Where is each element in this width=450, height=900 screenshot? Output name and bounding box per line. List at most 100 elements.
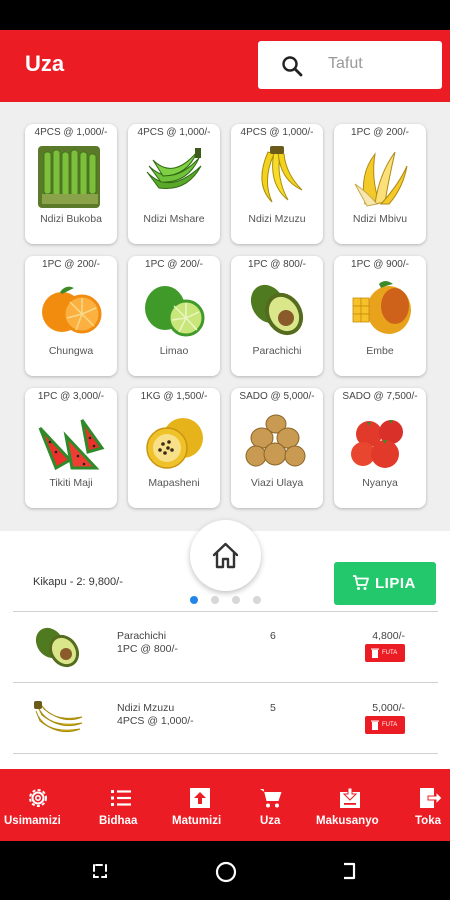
product-tile[interactable]: 4PCS @ 1,000/- Ndizi Bukoba — [25, 124, 117, 244]
list-icon — [111, 790, 131, 806]
product-price: 1PC @ 200/- — [145, 259, 203, 270]
home-icon — [212, 542, 239, 569]
watermelon-icon — [38, 419, 105, 471]
potato-icon — [245, 414, 306, 467]
cart-total: Kikapu - 2: 9,800/- — [33, 576, 123, 588]
product-price: 1PC @ 3,000/- — [37, 391, 105, 402]
search-icon — [282, 56, 303, 77]
product-name: Mapasheni — [148, 477, 200, 489]
product-tile[interactable]: 4PCS @ 1,000/- Ndizi Mzuzu — [231, 124, 323, 244]
green-banana-bunch-photo — [38, 146, 100, 208]
lime-icon — [145, 286, 205, 337]
nav-label: Uza — [260, 815, 281, 827]
delete-label: FUTA — [382, 722, 398, 728]
product-name: Ndizi Mshare — [143, 213, 205, 225]
product-price: 1PC @ 200/- — [351, 127, 409, 138]
product-price: 4PCS @ 1,000/- — [34, 127, 108, 138]
cart-item-unit: 4PCS @ 1,000/- — [117, 715, 194, 727]
trash-icon — [371, 648, 379, 658]
cart-item-qty: 5 — [270, 702, 276, 714]
pay-label: LIPIA — [375, 575, 416, 592]
product-price: 4PCS @ 1,000/- — [240, 127, 314, 138]
pay-button[interactable]: LIPIA — [334, 562, 436, 605]
cart-item-name: Ndizi Mzuzu — [117, 702, 175, 714]
nav-item-bidhaa[interactable]: Bidhaa — [82, 769, 158, 841]
nav-label: Matumizi — [172, 815, 222, 827]
product-tile[interactable]: 4PCS @ 1,000/- Ndizi Mshare — [128, 124, 220, 244]
avocado-icon — [35, 627, 80, 668]
cart-item: Parachichi 1PC @ 800/- 6 4,800/- FUTA — [0, 614, 450, 684]
product-name: Parachichi — [252, 345, 302, 357]
cart-item: Ndizi Mzuzu 4PCS @ 1,000/- 5 5,000/- FUT… — [0, 686, 450, 756]
product-price: 1PC @ 200/- — [42, 259, 100, 270]
nav-label: Makusanyo — [316, 815, 379, 827]
logout-icon — [420, 788, 442, 808]
cart-item-qty: 6 — [270, 630, 276, 642]
product-tile[interactable]: 1KG @ 1,500/- Mapasheni — [128, 388, 220, 508]
product-tile[interactable]: 1PC @ 200/- Limao — [128, 256, 220, 376]
page-dot[interactable] — [211, 596, 219, 604]
search-placeholder: Tafut — [328, 55, 363, 72]
nav-item-toka[interactable]: Toka — [400, 769, 450, 841]
product-price: SADO @ 5,000/- — [239, 391, 315, 402]
system-nav-bar — [0, 841, 450, 900]
page-dot[interactable] — [232, 596, 240, 604]
product-grid: 4PCS @ 1,000/- Ndizi Bukoba 4PCS @ 1,000… — [0, 102, 450, 604]
page-indicator — [188, 596, 268, 604]
status-bar — [0, 0, 450, 30]
yellow-banana-icon — [261, 146, 303, 203]
product-name: Limao — [159, 345, 189, 357]
product-price: 1PC @ 800/- — [248, 259, 306, 270]
cart-item-amount: 4,800/- — [372, 630, 405, 642]
passion-fruit-icon — [146, 418, 203, 469]
product-name: Embe — [366, 345, 394, 357]
product-tile[interactable]: 1PC @ 3,000/- Tikiti Maji — [25, 388, 117, 508]
cart-icon — [353, 575, 369, 590]
orange-icon — [42, 286, 102, 334]
cart-item-unit: 1PC @ 800/- — [117, 643, 178, 655]
divider — [13, 753, 438, 754]
nav-item-makusanyo[interactable]: Makusanyo — [310, 769, 392, 841]
nav-label: Toka — [415, 815, 441, 827]
delete-button[interactable]: FUTA — [365, 644, 405, 662]
product-tile[interactable]: SADO @ 5,000/- Viazi Ulaya — [231, 388, 323, 508]
product-tile[interactable]: 1PC @ 200/- Ndizi Mbivu — [334, 124, 426, 244]
back-icon[interactable] — [340, 861, 360, 881]
peeled-banana-icon — [354, 151, 408, 207]
system-home-icon[interactable] — [215, 861, 237, 883]
search-input[interactable]: Tafut — [258, 41, 442, 89]
recent-apps-icon[interactable] — [90, 861, 110, 881]
product-price: 1KG @ 1,500/- — [140, 391, 208, 402]
product-name: Chungwa — [48, 345, 94, 357]
product-name: Ndizi Mbivu — [352, 213, 408, 225]
divider — [13, 682, 438, 683]
cart-item-amount: 5,000/- — [372, 702, 405, 714]
page-dot[interactable] — [190, 596, 198, 604]
app-bar: Uza Tafut — [0, 30, 450, 102]
nav-item-uza[interactable]: Uza — [246, 769, 296, 841]
page-dot[interactable] — [253, 596, 261, 604]
product-name: Viazi Ulaya — [250, 477, 304, 489]
product-name: Ndizi Mzuzu — [248, 213, 306, 225]
product-price: 1PC @ 900/- — [351, 259, 409, 270]
yellow-banana-icon — [34, 701, 83, 733]
product-tile[interactable]: 1PC @ 200/- Chungwa — [25, 256, 117, 376]
trash-icon — [371, 720, 379, 730]
home-button[interactable] — [190, 520, 261, 591]
product-price: 4PCS @ 1,000/- — [137, 127, 211, 138]
nav-label: Usimamizi — [4, 815, 61, 827]
product-tile[interactable]: 1PC @ 800/- Parachichi — [231, 256, 323, 376]
mango-icon — [352, 281, 411, 334]
bottom-nav: Usimamizi Bidhaa Matumizi Uza Makusanyo — [0, 769, 450, 841]
cart-icon — [260, 789, 282, 808]
product-price: SADO @ 7,500/- — [342, 391, 418, 402]
upload-icon — [190, 788, 210, 808]
nav-label: Bidhaa — [99, 815, 138, 827]
product-name: Tikiti Maji — [49, 477, 93, 489]
page-title: Uza — [25, 51, 65, 76]
delete-button[interactable]: FUTA — [365, 716, 405, 734]
product-tile[interactable]: SADO @ 7,500/- Nyanya — [334, 388, 426, 508]
nav-item-matumizi[interactable]: Matumizi — [164, 769, 240, 841]
product-tile[interactable]: 1PC @ 900/- Embe — [334, 256, 426, 376]
nav-item-usimamizi[interactable]: Usimamizi — [0, 769, 76, 841]
